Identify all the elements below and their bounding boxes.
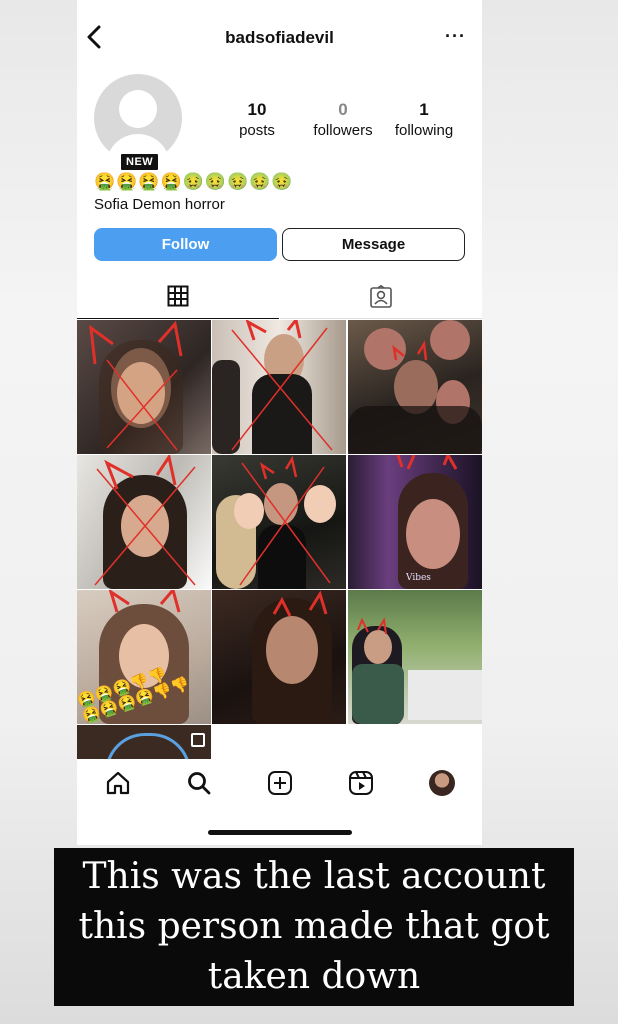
post-thumbnail[interactable] — [212, 455, 346, 589]
devil-horns-drawing — [231, 320, 333, 451]
tab-grid[interactable] — [77, 280, 279, 319]
tab-tagged[interactable] — [280, 280, 482, 319]
profile-avatar[interactable] — [94, 74, 182, 162]
followers-stat[interactable]: 0 followers — [303, 100, 383, 139]
instagram-profile-screen: badsofiadevil ··· NEW 10 posts 0 followe… — [77, 0, 482, 845]
posts-label: posts — [239, 122, 275, 139]
reels-icon[interactable] — [348, 770, 374, 796]
home-indicator — [208, 830, 352, 835]
more-icon[interactable]: ··· — [445, 26, 466, 47]
devil-horns-drawing — [357, 617, 387, 635]
tagged-icon — [370, 285, 392, 308]
post-thumbnail[interactable] — [77, 725, 211, 759]
following-stat[interactable]: 1 following — [385, 100, 463, 139]
devil-horns-drawing — [89, 320, 183, 451]
devil-horns-drawing — [94, 455, 196, 586]
new-badge: NEW — [119, 152, 161, 172]
story-caption: This was the last account this person ma… — [54, 848, 574, 1006]
devil-horns-drawing — [392, 340, 428, 361]
message-button[interactable]: Message — [282, 228, 465, 261]
follow-button[interactable]: Follow — [94, 228, 277, 261]
post-thumbnail[interactable]: 🤮🤮🤮👎👎 🤮🤮🤮🤮👎👎 — [77, 590, 211, 724]
create-icon[interactable] — [267, 770, 293, 796]
bio-emojis: 🤮🤮🤮🤮🤢🤢🤢🤢🤢 — [94, 172, 294, 191]
posts-count: 10 — [247, 100, 267, 119]
grid-icon — [167, 285, 189, 307]
post-thumbnail[interactable] — [212, 320, 346, 454]
followers-count: 0 — [338, 100, 348, 119]
bio-name: Sofia Demon horror — [94, 196, 225, 213]
profile-username: badsofiadevil — [225, 28, 334, 47]
following-label: following — [394, 122, 454, 139]
post-thumbnail[interactable] — [348, 320, 482, 454]
following-count: 1 — [419, 100, 429, 119]
posts-stat[interactable]: 10 posts — [232, 100, 282, 139]
devil-horns-drawing — [272, 590, 328, 617]
profile-avatar[interactable] — [429, 770, 455, 796]
devil-horns-drawing — [396, 455, 458, 470]
post-thumbnail[interactable] — [348, 590, 482, 724]
home-icon[interactable] — [105, 770, 131, 796]
devil-horns-drawing — [108, 590, 181, 613]
multi-post-icon — [191, 733, 205, 747]
post-thumbnail[interactable] — [212, 590, 346, 724]
post-thumbnail[interactable] — [77, 455, 211, 589]
bottom-nav — [77, 758, 482, 810]
post-thumbnail[interactable]: Vibes — [348, 455, 482, 589]
post-thumbnail[interactable] — [77, 320, 211, 454]
search-icon[interactable] — [186, 770, 212, 796]
devil-horns-drawing — [239, 455, 331, 586]
followers-label: followers — [313, 122, 373, 139]
